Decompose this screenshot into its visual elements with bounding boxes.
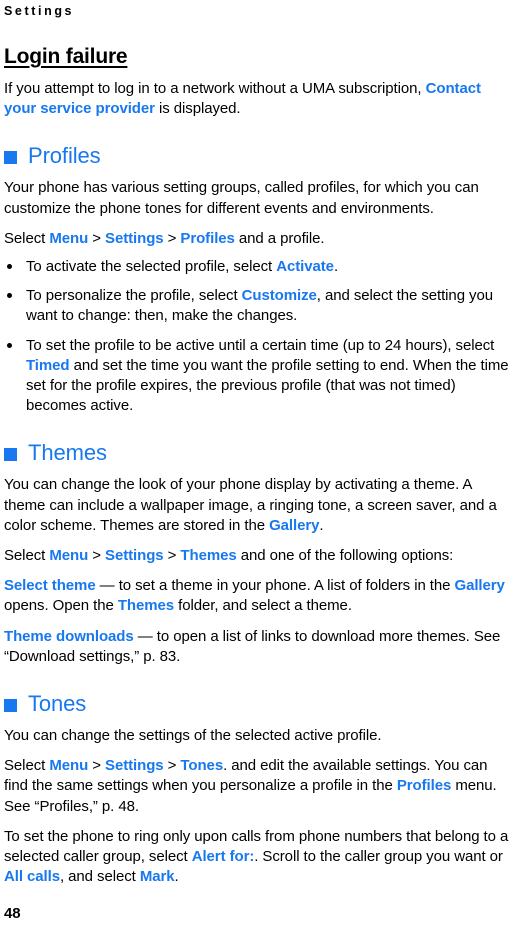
tones-intro-paragraph: You can change the settings of the selec… [4,727,382,745]
option-text-a: — to set a theme in your phone. A list o… [95,577,455,595]
tones-select-path: Select Menu > Settings > Tones. and edit… [4,756,513,817]
bullet-text-a: To activate the selected profile, select [26,258,277,276]
closing-text-b: . Scroll to the caller group you want or [254,848,503,866]
section-heading-profiles: Profiles [4,144,513,168]
bullet-text-a: To set the profile to be active until a … [26,336,495,354]
chapter-intro-paragraph: If you attempt to log in to a network wi… [4,79,513,119]
chapter-title: Login failure [4,45,128,68]
ui-term-all-calls: All calls [4,868,60,886]
ui-term-timed: Timed [26,356,70,374]
ui-term-activate: Activate [276,258,334,276]
bullet-dot-icon [7,293,12,299]
ui-term-settings: Settings [105,547,164,565]
themes-option-select-theme: Select theme — to set a theme in your ph… [4,576,513,616]
path-separator: > [88,547,106,565]
profiles-bullet-list: To activate the selected profile, select… [4,257,513,416]
option-text-c: folder, and select a theme. [174,597,352,615]
path-tail: and one of the following options: [236,547,454,565]
section-title-tones: Tones [28,691,87,717]
path-tail: and a profile. [234,229,325,247]
select-label: Select [4,757,50,775]
ui-term-tones: Tones [180,757,224,775]
path-separator: > [88,229,106,247]
bullet-text-b: and set the time you want the profile se… [26,356,509,415]
ui-term-gallery: Gallery [269,516,320,534]
section-heading-tones: Tones [4,692,513,716]
path-separator: > [163,547,181,565]
intro-text-after: is displayed. [154,100,241,118]
bullet-dot-icon [7,342,12,348]
themes-intro-a: You can change the look of your phone di… [4,476,497,534]
running-header: Settings [4,4,75,18]
ui-term-menu: Menu [49,547,89,565]
section-title-themes: Themes [28,440,107,466]
section-heading-themes: Themes [4,441,513,465]
blue-square-bullet-icon [4,447,17,461]
ui-term-alert-for: Alert for: [191,848,255,866]
path-separator: > [88,757,106,775]
bullet-text-b: . [333,258,339,276]
blue-square-bullet-icon [4,150,17,164]
section-title-profiles: Profiles [28,143,101,169]
tones-closing-paragraph: To set the phone to ring only upon calls… [4,827,513,888]
bullet-text-a: To personalize the profile, select [26,287,242,305]
ui-term-select-theme: Select theme [4,577,96,595]
ui-term-themes: Themes [180,547,237,565]
ui-term-profiles: Profiles [180,229,235,247]
ui-term-theme-downloads: Theme downloads [4,627,134,645]
ui-term-menu: Menu [49,229,89,247]
ui-term-settings: Settings [105,757,164,775]
ui-term-mark: Mark [139,868,175,886]
ui-term-gallery: Gallery [454,577,505,595]
bullet-dot-icon [7,264,12,270]
ui-term-profiles: Profiles [396,777,452,795]
closing-text-c: , and select [59,868,140,886]
blue-square-bullet-icon [4,698,17,712]
page-number: 48 [4,905,21,922]
themes-option-theme-downloads: Theme downloads — to open a list of link… [4,627,513,667]
closing-text-d: . [174,868,179,886]
ui-term-themes-folder: Themes [117,597,175,615]
path-separator: > [163,757,181,775]
profiles-select-path: Select Menu > Settings > Profiles and a … [4,229,513,249]
themes-select-path: Select Menu > Settings > Themes and one … [4,546,513,566]
path-separator: > [163,229,181,247]
ui-term-menu: Menu [49,757,89,775]
ui-term-settings: Settings [105,229,164,247]
list-item: To personalize the profile, select Custo… [4,286,513,326]
select-label: Select [4,229,50,247]
ui-term-customize: Customize [241,287,317,305]
themes-intro-paragraph: You can change the look of your phone di… [4,475,513,536]
intro-text-before: If you attempt to log in to a network wi… [4,80,426,97]
themes-intro-b: . [319,516,324,534]
manual-page: Settings Login failure If you attempt to… [0,0,517,925]
profiles-intro-paragraph: Your phone has various setting groups, c… [4,179,479,217]
list-item: To activate the selected profile, select… [4,257,513,277]
select-label: Select [4,547,50,565]
option-text-b: opens. Open the [4,597,118,615]
list-item: To set the profile to be active until a … [4,336,513,417]
